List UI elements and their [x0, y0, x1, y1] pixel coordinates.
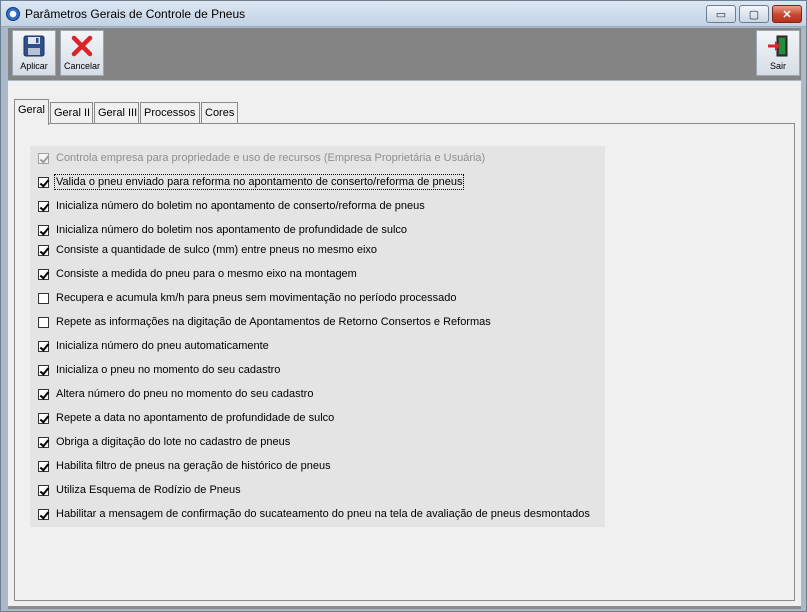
option-label: Inicializa o pneu no momento do seu cada… — [56, 364, 281, 376]
tab-cores[interactable]: Cores — [201, 102, 238, 123]
option-checkbox[interactable] — [38, 388, 49, 400]
option-label: Habilitar a mensagem de confirmação do s… — [56, 508, 590, 520]
close-icon: ✕ — [782, 8, 792, 21]
option-controla-empresa: Controla empresa para propriedade e uso … — [38, 150, 485, 166]
option-checkbox[interactable] — [38, 316, 49, 328]
option-numero-automatico[interactable]: Inicializa número do pneu automaticament… — [38, 338, 269, 354]
option-label: Consiste a quantidade de sulco (mm) entr… — [56, 244, 378, 256]
minimize-icon: ▭ — [715, 8, 727, 21]
option-repete-data[interactable]: Repete a data no apontamento de profundi… — [38, 410, 334, 426]
option-rodizio[interactable]: Utiliza Esquema de Rodízio de Pneus — [38, 482, 241, 498]
option-boletim-conserto[interactable]: Inicializa número do boletim no apontame… — [38, 198, 425, 214]
option-checkbox[interactable] — [38, 484, 49, 496]
option-consiste-sulco[interactable]: Consiste a quantidade de sulco (mm) entr… — [38, 242, 377, 258]
tab-panel-geral: Controla empresa para propriedade e uso … — [14, 123, 795, 601]
maximize-button[interactable]: ▢ — [739, 5, 769, 23]
option-label: Inicializa número do boletim nos apontam… — [56, 224, 408, 236]
option-label: Inicializa número do boletim no apontame… — [56, 200, 425, 212]
tab-geral-iii[interactable]: Geral III — [94, 102, 139, 123]
toolbar: Aplicar Cancelar Sair — [8, 28, 801, 80]
option-checkbox[interactable] — [38, 176, 49, 188]
option-checkbox[interactable] — [38, 460, 49, 472]
option-checkbox[interactable] — [38, 224, 49, 236]
option-filtro-historico[interactable]: Habilita filtro de pneus na geração de h… — [38, 458, 331, 474]
option-checkbox — [38, 152, 49, 164]
option-checkbox[interactable] — [38, 340, 49, 352]
exit-label: Sair — [769, 61, 786, 71]
tab-geral-ii[interactable]: Geral II — [50, 102, 93, 123]
maximize-icon: ▢ — [748, 8, 760, 21]
cancel-button[interactable]: Cancelar — [60, 30, 104, 76]
option-label: Valida o pneu enviado para reforma no ap… — [53, 174, 465, 190]
option-valida-pneu-reforma[interactable]: Valida o pneu enviado para reforma no ap… — [38, 174, 465, 190]
main-window: Parâmetros Gerais de Controle de Pneus ▭… — [0, 0, 807, 612]
option-obriga-lote[interactable]: Obriga a digitação do lote no cadastro d… — [38, 434, 290, 450]
apply-label: Aplicar — [20, 61, 48, 71]
minimize-button[interactable]: ▭ — [706, 5, 736, 23]
option-boletim-sulco[interactable]: Inicializa número do boletim nos apontam… — [38, 222, 407, 238]
tab-geral[interactable]: Geral — [14, 99, 49, 125]
option-label: Controla empresa para propriedade e uso … — [56, 152, 486, 164]
option-checkbox[interactable] — [38, 508, 49, 520]
option-checkbox[interactable] — [38, 364, 49, 376]
options-group: Controla empresa para propriedade e uso … — [30, 146, 605, 527]
option-label: Recupera e acumula km/h para pneus sem m… — [56, 292, 457, 304]
option-consiste-medida[interactable]: Consiste a medida do pneu para o mesmo e… — [38, 266, 357, 282]
cancel-x-icon — [71, 35, 93, 57]
option-checkbox[interactable] — [38, 200, 49, 212]
apply-button[interactable]: Aplicar — [12, 30, 56, 76]
option-label: Obriga a digitação do lote no cadastro d… — [56, 436, 291, 448]
app-icon — [6, 7, 20, 21]
exit-button[interactable]: Sair — [756, 30, 800, 76]
option-checkbox[interactable] — [38, 292, 49, 304]
save-disk-icon — [23, 35, 45, 57]
tab-processos[interactable]: Processos — [140, 102, 200, 123]
option-checkbox[interactable] — [38, 436, 49, 448]
option-label: Consiste a medida do pneu para o mesmo e… — [56, 268, 357, 280]
option-checkbox[interactable] — [38, 268, 49, 280]
option-altera-numero[interactable]: Altera número do pneu no momento do seu … — [38, 386, 313, 402]
cancel-label: Cancelar — [63, 61, 101, 71]
option-label: Repete a data no apontamento de profundi… — [56, 412, 335, 424]
title-bar[interactable]: Parâmetros Gerais de Controle de Pneus ▭… — [1, 1, 806, 27]
option-recupera-km[interactable]: Recupera e acumula km/h para pneus sem m… — [38, 290, 457, 306]
option-label: Altera número do pneu no momento do seu … — [56, 388, 314, 400]
window-title: Parâmetros Gerais de Controle de Pneus — [25, 7, 246, 21]
option-confirmacao-sucateamento[interactable]: Habilitar a mensagem de confirmação do s… — [38, 506, 590, 522]
option-checkbox[interactable] — [38, 412, 49, 424]
option-label: Utiliza Esquema de Rodízio de Pneus — [56, 484, 241, 496]
option-inicializa-cadastro[interactable]: Inicializa o pneu no momento do seu cada… — [38, 362, 280, 378]
option-label: Repete as informações na digitação de Ap… — [56, 316, 491, 328]
option-label: Inicializa número do pneu automaticament… — [56, 340, 269, 352]
status-bar — [8, 606, 801, 609]
option-checkbox[interactable] — [38, 244, 49, 256]
option-repete-informacoes[interactable]: Repete as informações na digitação de Ap… — [38, 314, 491, 330]
close-button[interactable]: ✕ — [772, 5, 802, 23]
option-label: Habilita filtro de pneus na geração de h… — [56, 460, 331, 472]
exit-door-icon — [768, 35, 788, 57]
dialog-client-area: Geral Geral II Geral III Processos Cores… — [8, 81, 801, 607]
